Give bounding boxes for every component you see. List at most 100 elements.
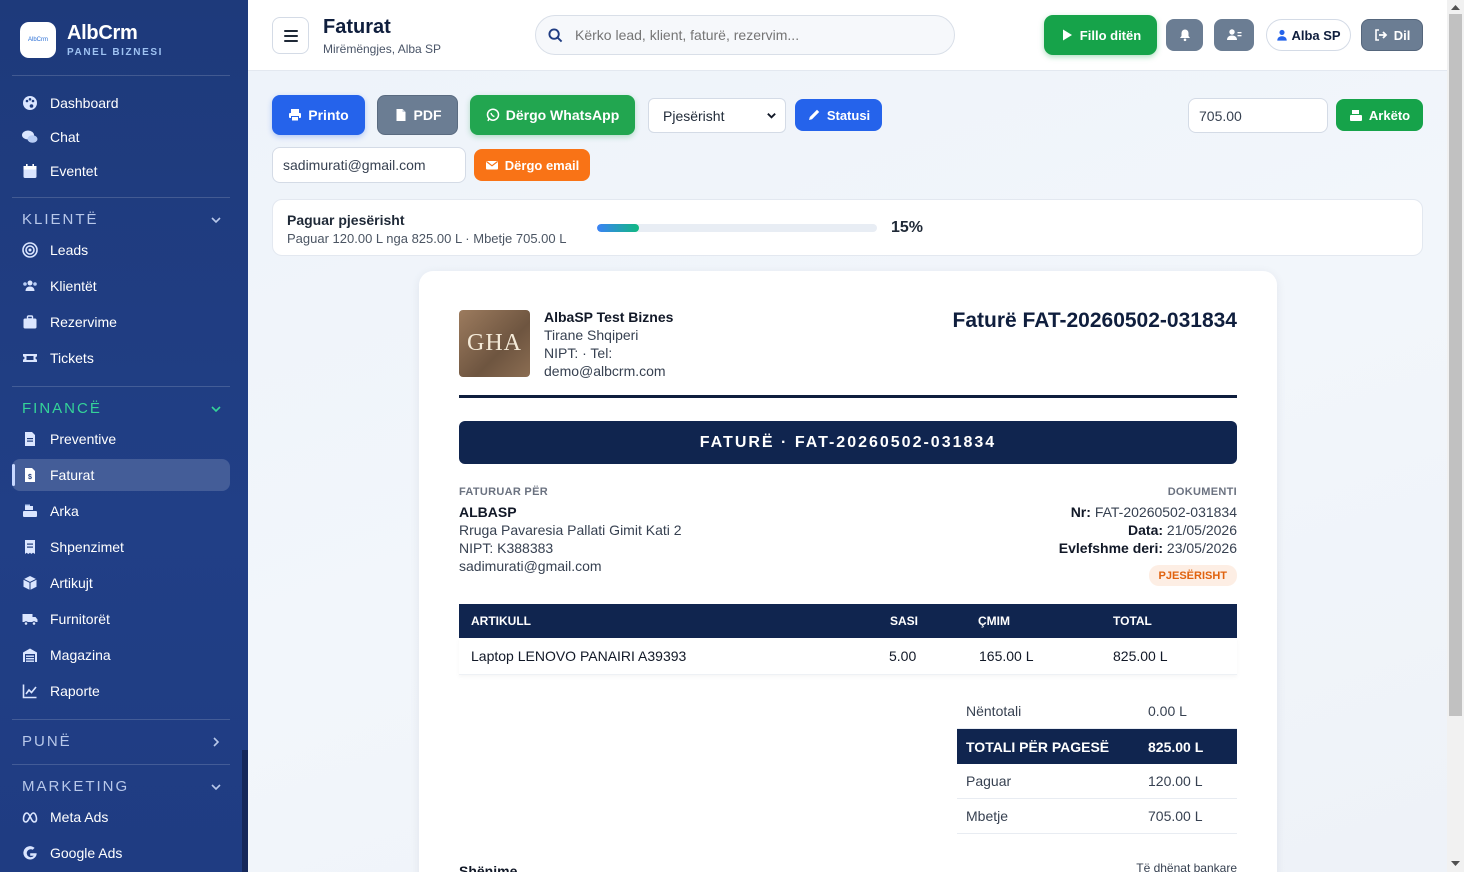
sidebar-item-klientet[interactable]: Klientët <box>12 270 230 302</box>
invoice-banner: FATURË · FAT-20260502-031834 <box>459 421 1237 464</box>
remaining-label: Mbetje <box>966 808 1009 824</box>
sidebar-item-eventet[interactable]: Eventet <box>12 155 230 187</box>
subtotal-value: 0.00 L <box>1148 703 1187 719</box>
archive-payment-button[interactable]: Arkëto <box>1336 99 1423 131</box>
document-icon <box>25 432 35 446</box>
section-financa-toggle[interactable]: FINANCË <box>22 400 222 417</box>
client-name: ALBASP <box>459 504 517 520</box>
sidebar-item-arka[interactable]: Arka <box>12 495 230 527</box>
scroll-up-arrow-icon[interactable] <box>1450 4 1461 11</box>
notifications-button[interactable] <box>1166 19 1203 51</box>
sidebar-item-google-ads[interactable]: Google Ads <box>12 837 230 869</box>
client-nipt: NIPT: K388383 <box>459 540 554 556</box>
sidebar-item-meta-ads[interactable]: Meta Ads <box>12 801 230 833</box>
bank-details-label: Të dhënat bankare <box>1136 861 1237 872</box>
invoice-valid-until: Evlefshme deri: 23/05/2026 <box>1059 540 1237 556</box>
email-input-value: sadimurati@gmail.com <box>283 157 426 173</box>
valid-label: Evlefshme deri: <box>1058 540 1164 556</box>
sidebar-item-label: Dashboard <box>50 95 119 111</box>
user-menu-button[interactable]: Alba SP <box>1266 19 1351 51</box>
company-name: AlbaSP Test Biznes <box>544 309 674 325</box>
status-select[interactable]: Pjesërisht <box>648 98 786 133</box>
pdf-label: PDF <box>413 107 442 123</box>
start-day-button[interactable]: Fillo ditën <box>1044 15 1157 55</box>
divider <box>459 395 1237 398</box>
cash-register-icon <box>1349 110 1362 121</box>
table-header: ARTIKULL SASI ÇMIM TOTAL <box>459 604 1237 638</box>
sidebar-item-label: Magazina <box>50 647 111 663</box>
progress-bar <box>597 224 877 232</box>
warehouse-icon <box>23 648 37 662</box>
receipt-icon <box>25 540 35 554</box>
status-badge: PJESËRISHT <box>1148 565 1237 586</box>
sidebar-item-magazina[interactable]: Magazina <box>12 639 230 671</box>
user-name: Alba SP <box>1291 27 1341 43</box>
status-button[interactable]: Statusi <box>795 99 882 131</box>
page-scrollbar-thumb[interactable] <box>1449 14 1462 716</box>
status-button-label: Statusi <box>826 107 871 123</box>
section-marketing-toggle[interactable]: MARKETING <box>22 778 222 795</box>
date-value: 21/05/2026 <box>1166 522 1237 538</box>
meta-icon <box>22 812 38 823</box>
print-button[interactable]: Printo <box>272 95 365 135</box>
sidebar-item-label: Furnitorët <box>50 611 110 627</box>
sidebar-item-artikujt[interactable]: Artikujt <box>12 567 230 599</box>
section-klientet-toggle[interactable]: KLIENTË <box>22 211 222 228</box>
scroll-down-arrow-icon[interactable] <box>1450 860 1461 867</box>
valid-value: 23/05/2026 <box>1166 540 1237 556</box>
section-pune-toggle[interactable]: PUNË <box>22 733 222 750</box>
pdf-button[interactable]: PDF <box>377 95 458 135</box>
total-row: TOTALI PËR PAGESË 825.00 L <box>957 729 1237 764</box>
invoice-heading: Faturë FAT-20260502-031834 <box>952 309 1237 332</box>
sidebar-item-leads[interactable]: Leads <box>12 234 230 266</box>
brand[interactable]: AlbCrm AlbCrm PANEL BIZNESI <box>20 22 163 58</box>
send-whatsapp-button[interactable]: Dërgo WhatsApp <box>470 95 635 135</box>
sidebar-item-rezervime[interactable]: Rezervime <box>12 306 230 338</box>
client-address: Rruga Pavaresia Pallati Gimit Kati 2 <box>459 522 682 538</box>
chevron-down-icon <box>211 405 221 412</box>
topbar: Faturat Mirëmëngjes, Alba SP Fillo ditën… <box>248 0 1447 71</box>
sidebar-item-label: Rezervime <box>50 314 117 330</box>
print-label: Printo <box>308 107 349 123</box>
whatsapp-icon <box>486 108 499 122</box>
chevron-down-icon <box>767 113 776 119</box>
email-input[interactable]: sadimurati@gmail.com <box>272 147 466 183</box>
date-label: Data: <box>1128 522 1164 538</box>
column-header: TOTAL <box>1113 614 1152 628</box>
sidebar-item-chat[interactable]: Chat <box>12 121 230 153</box>
chevron-down-icon <box>211 783 221 790</box>
palette-icon <box>23 96 37 110</box>
contacts-button[interactable] <box>1214 19 1254 51</box>
remaining-value: 705.00 L <box>1148 808 1203 824</box>
search-input[interactable] <box>575 27 935 43</box>
logout-button[interactable]: Dil <box>1361 19 1423 51</box>
search-box[interactable] <box>535 15 955 55</box>
total-value: 825.00 L <box>1148 738 1204 755</box>
subtotal-label: Nëntotali <box>966 703 1022 719</box>
search-icon <box>548 27 563 42</box>
sidebar-item-tickets[interactable]: Tickets <box>12 342 230 374</box>
section-label: FINANCË <box>22 400 102 417</box>
sidebar-item-shpenzimet[interactable]: Shpenzimet <box>12 531 230 563</box>
user-card-icon <box>1227 29 1242 40</box>
payment-amount-input[interactable]: 705.00 <box>1188 98 1328 133</box>
sidebar-item-dashboard[interactable]: Dashboard <box>12 87 230 119</box>
send-email-button[interactable]: Dërgo email <box>474 149 590 181</box>
table-row: Laptop LENOVO PANAIRI A39393 5.00 165.00… <box>459 638 1237 675</box>
archive-label: Arkëto <box>1368 107 1411 123</box>
bill-to-label: FATURUAR PËR <box>459 486 548 498</box>
divider <box>12 197 230 198</box>
row-price: 165.00 L <box>979 648 1034 664</box>
sidebar-item-faturat[interactable]: $ Faturat <box>12 459 230 491</box>
svg-text:$: $ <box>28 474 32 481</box>
cash-register-icon <box>23 504 37 517</box>
section-label: KLIENTË <box>22 211 99 228</box>
document-label: DOKUMENTI <box>1167 486 1237 498</box>
sidebar-item-raporte[interactable]: Raporte <box>12 675 230 707</box>
chart-line-icon <box>22 684 37 699</box>
sidebar-item-furnitoret[interactable]: Furnitorët <box>12 603 230 635</box>
sidebar-item-label: Google Ads <box>50 845 123 861</box>
sidebar-item-preventive[interactable]: Preventive <box>12 423 230 455</box>
menu-toggle-button[interactable] <box>272 17 309 54</box>
invoice-icon: $ <box>25 468 35 482</box>
